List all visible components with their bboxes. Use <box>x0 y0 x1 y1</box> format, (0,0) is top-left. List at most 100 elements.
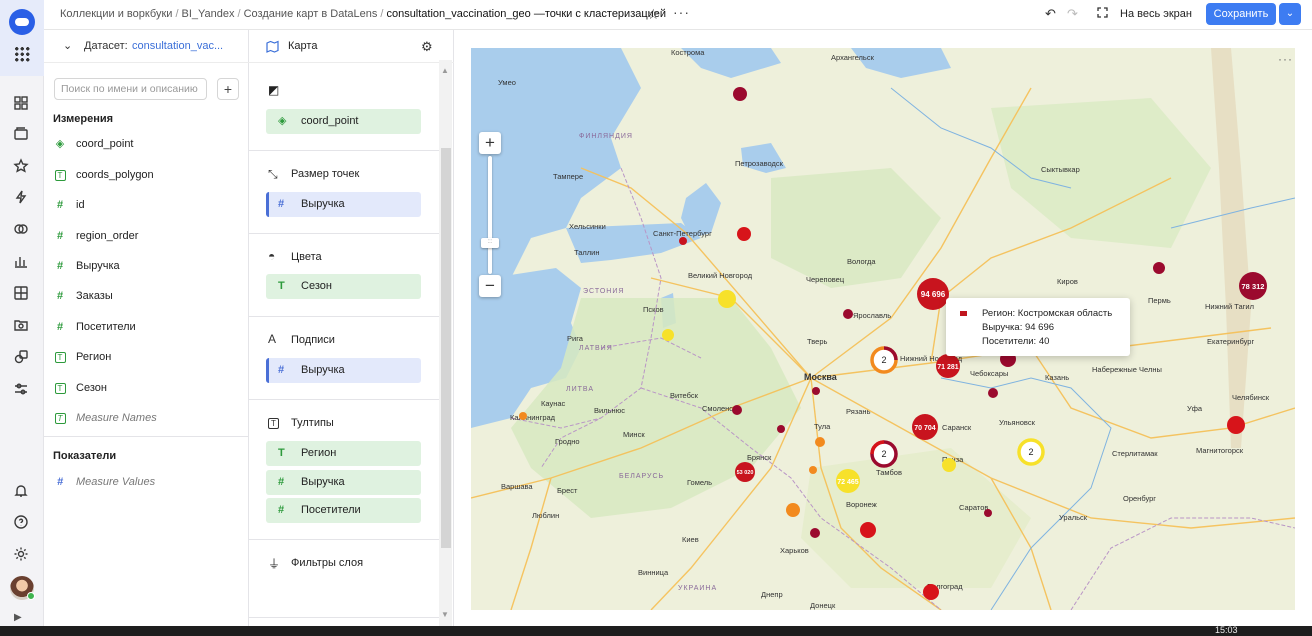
fullscreen-button[interactable]: На весь экран <box>1120 8 1192 20</box>
help-icon[interactable] <box>12 514 30 532</box>
tooltip-color-swatch <box>960 311 967 316</box>
city-label: Гродно <box>555 437 580 446</box>
map-point <box>519 412 527 420</box>
notifications-bell-icon[interactable] <box>12 483 30 501</box>
favorite-star-icon[interactable]: ☆ <box>647 6 660 23</box>
city-label: Хельсинки <box>569 222 606 231</box>
tooltip-field-chip[interactable]: T Регион <box>266 441 421 466</box>
city-label: Магнитогорск <box>1196 446 1244 455</box>
field-item[interactable]: # id <box>53 195 243 215</box>
city-label: Гомель <box>687 478 712 487</box>
chevron-down-icon[interactable]: ⌄ <box>63 39 72 52</box>
map-point <box>777 425 785 433</box>
field-item[interactable]: # Measure Values <box>53 472 243 492</box>
zoom-slider-track[interactable] <box>488 156 492 274</box>
dashboard-grid-icon[interactable] <box>12 95 30 113</box>
logo-area <box>0 0 44 76</box>
apps-grid-icon[interactable] <box>14 46 30 62</box>
dataset-header[interactable]: ⌄ Датасет: consultation_vac... <box>44 30 249 63</box>
map-point <box>988 388 998 398</box>
expand-rail-icon[interactable]: ▶ <box>14 612 22 623</box>
filters-title[interactable]: Фильтры слоя <box>291 557 363 569</box>
geo-point-icon: ◈ <box>55 138 65 150</box>
field-item[interactable]: # Выручка <box>53 256 243 276</box>
field-item[interactable]: T Регион <box>53 347 243 367</box>
gear-icon[interactable]: ⚙ <box>421 39 433 55</box>
city-label: Стерлитамак <box>1112 449 1158 458</box>
field-item[interactable]: ◈ coord_point <box>53 134 243 154</box>
add-field-button[interactable]: + <box>217 78 239 100</box>
chart-menu-icon[interactable]: ··· <box>1278 52 1293 66</box>
field-item[interactable]: # Посетители <box>53 317 243 337</box>
map-tooltip: Регион: Костромская область Выручка: 94 … <box>946 298 1130 356</box>
datalens-logo[interactable] <box>9 9 35 35</box>
tooltip-revenue: Выручка: 94 696 <box>982 322 1055 333</box>
dataset-name-link[interactable]: consultation_vac... <box>132 40 223 52</box>
save-dropdown-chevron-icon[interactable]: ⌄ <box>1279 3 1301 25</box>
point-label: 53 020 <box>737 470 754 476</box>
fullscreen-icon[interactable] <box>1097 7 1108 18</box>
redo-icon[interactable]: ↷ <box>1067 6 1078 22</box>
text-type-icon: T <box>54 170 66 181</box>
city-label: Вологда <box>847 257 876 266</box>
gear-icon[interactable] <box>12 546 30 564</box>
text-type-icon: T <box>278 280 285 292</box>
dataset-panel: ⌄ Датасет: consultation_vac... Поиск по … <box>44 30 249 626</box>
divider <box>44 436 249 437</box>
text-type-icon: T <box>54 413 66 424</box>
color-field-chip[interactable]: T Сезон <box>266 274 421 299</box>
collections-icon[interactable] <box>12 126 30 144</box>
sections-scrollbar[interactable]: ▲ ▼ <box>439 60 452 626</box>
city-label: Великий Новгород <box>688 271 753 280</box>
charts-bars-icon[interactable] <box>12 253 30 271</box>
scroll-down-icon[interactable]: ▼ <box>441 610 449 619</box>
city-label: Челябинск <box>1232 393 1270 402</box>
visualization-sections-panel: Карта ⚙ ◩ Точки с клас...⌄ ◈coord_point … <box>249 30 454 626</box>
cluster-count: 2 <box>881 449 886 459</box>
city-label: Тамбов <box>876 468 902 477</box>
settings-sliders-icon[interactable] <box>12 381 30 399</box>
zoom-out-button[interactable]: − <box>479 275 501 297</box>
shapes-icon[interactable] <box>12 349 30 367</box>
connections-bolt-icon[interactable] <box>12 189 30 207</box>
scroll-up-icon[interactable]: ▲ <box>441 66 449 75</box>
tooltip-field-chip[interactable]: # Выручка <box>266 470 421 495</box>
geo-field-chip[interactable]: ◈ coord_point <box>266 109 421 134</box>
number-type-icon: # <box>56 290 64 302</box>
city-label: Набережные Челны <box>1092 365 1162 374</box>
field-item[interactable]: # region_order <box>53 226 243 246</box>
zoom-slider-handle[interactable]: ::: <box>481 238 499 248</box>
taskbar-clock: 15:03 <box>1215 625 1238 635</box>
map-point <box>809 466 817 474</box>
label-field-chip[interactable]: # Выручка <box>266 358 421 383</box>
scroll-thumb[interactable] <box>441 148 451 548</box>
filter-funnel-icon: ⏚ <box>268 557 281 571</box>
visualization-title[interactable]: Карта <box>288 40 317 52</box>
field-search-input[interactable]: Поиск по имени и описанию <box>54 78 207 100</box>
save-button[interactable]: Сохранить <box>1206 3 1276 25</box>
size-field-chip[interactable]: # Выручка <box>266 192 421 217</box>
tooltip-field-chip[interactable]: # Посетители <box>266 498 421 523</box>
map-canvas[interactable]: Кострома Архангельск Умео Петрозаводск Т… <box>471 48 1295 610</box>
country-label: ЛИТВА <box>566 386 594 393</box>
city-label: Винница <box>638 568 669 577</box>
reports-folder-icon[interactable] <box>12 317 30 335</box>
breadcrumb-item[interactable]: Коллекции и воркбуки <box>60 8 172 20</box>
field-item[interactable]: Tcoords_polygon <box>53 165 243 185</box>
breadcrumb-item[interactable]: BI_Yandex <box>182 8 235 20</box>
field-item[interactable]: T Сезон <box>53 378 243 398</box>
undo-icon[interactable]: ↶ <box>1045 6 1056 22</box>
city-label: Петрозаводск <box>735 159 784 168</box>
more-menu-icon[interactable]: ··· <box>673 4 690 20</box>
zoom-in-button[interactable]: + <box>479 132 501 154</box>
field-item[interactable]: # Заказы <box>53 286 243 306</box>
cluster-count: 2 <box>881 355 886 365</box>
favorites-star-icon[interactable] <box>12 158 30 176</box>
country-label: ЭСТОНИЯ <box>583 288 624 295</box>
city-label: Умео <box>498 78 516 87</box>
field-item[interactable]: T Measure Names <box>53 408 243 428</box>
breadcrumb-item[interactable]: Создание карт в DataLens <box>244 8 378 20</box>
datasets-rings-icon[interactable] <box>12 221 30 239</box>
dashboards-icon[interactable] <box>12 285 30 303</box>
city-label: Екатеринбург <box>1207 337 1254 346</box>
